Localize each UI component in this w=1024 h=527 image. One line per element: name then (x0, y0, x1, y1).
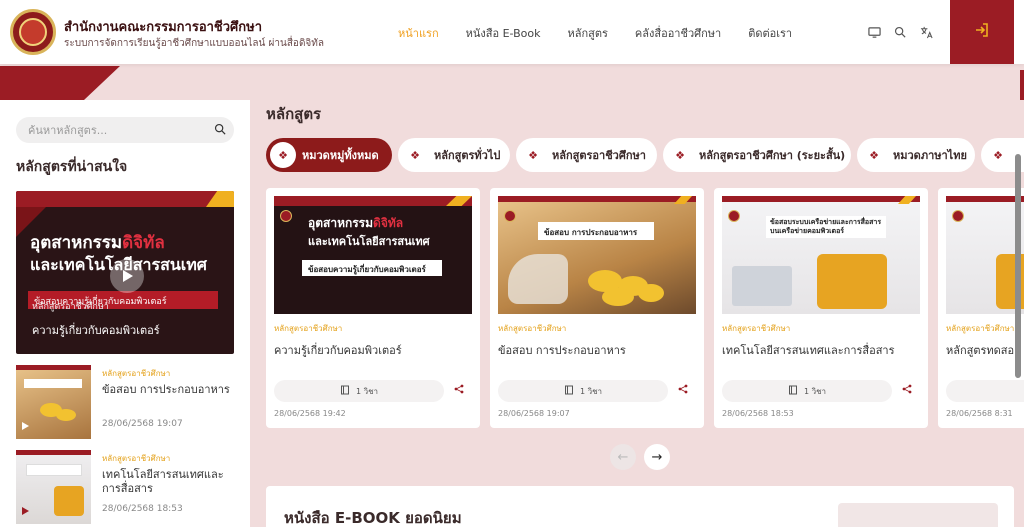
course-category: หลักสูตรอาชีวศึกษา (722, 324, 791, 333)
sidebar-course-item[interactable]: หลักสูตรอาชีวศึกษา ข้อสอบ การประกอบอาหาร… (16, 365, 234, 439)
ebook-section: หนังสือ E-BOOK ยอดนิยม (266, 486, 1014, 527)
course-cards: อุตสาหกรรมดิจิทัล และเทคโนโลยีสารสนเทศ ข… (266, 188, 1024, 428)
course-thumbnail (16, 365, 91, 439)
org-logo[interactable] (10, 9, 56, 55)
course-title[interactable]: ความรู้เกี่ยวกับคอมพิวเตอร์ (274, 341, 402, 359)
org-logo-small (504, 210, 516, 222)
course-thumbnail: ข้อสอบระบบเครือข่ายและการสื่อสาร บนเครือ… (722, 196, 920, 314)
course-category: หลักสูตรอาชีวศึกษา (946, 324, 1015, 333)
course-card[interactable]: หลักสูตรอาชีวศึกษา หลักสูตรทดสอ 28/06/25… (938, 188, 1024, 428)
subject-count: 1 วิชา (274, 380, 444, 402)
search-icon[interactable] (214, 123, 226, 138)
login-icon (974, 22, 990, 42)
carousel-next-button[interactable]: → (644, 444, 670, 470)
courses-section-title: หลักสูตร (266, 105, 322, 123)
ebook-preview[interactable] (838, 503, 998, 527)
category-icon: ❖ (869, 148, 879, 162)
course-title[interactable]: ข้อสอบ การประกอบอาหาร (498, 341, 626, 359)
subject-count: 1 วิชา (722, 380, 892, 402)
main-nav: หน้าแรก หนังสือ E-Book หลักสูตร คลังสื่อ… (398, 24, 792, 42)
chip-all-categories[interactable]: ❖ หมวดหมู่ทั้งหมด (266, 138, 392, 172)
nav-courses[interactable]: หลักสูตร (567, 24, 607, 42)
translate-icon[interactable] (918, 24, 934, 40)
course-card[interactable]: ข้อสอบระบบเครือข่ายและการสื่อสาร บนเครือ… (714, 188, 928, 428)
category-icon: ❖ (993, 148, 1003, 162)
featured-course[interactable]: อุตสาหกรรมดิจิทัล และเทคโนโลยีสารสนเทศ ข… (16, 191, 234, 354)
carousel-prev-button[interactable]: ← (610, 444, 636, 470)
chip-general-courses[interactable]: ❖ หลักสูตรทั่วไป (398, 138, 510, 172)
nav-media-library[interactable]: คลังสื่ออาชีวศึกษา (635, 24, 721, 42)
category-chips: ❖ หมวดหมู่ทั้งหมด ❖ หลักสูตรทั่วไป ❖ หลักสู… (266, 138, 1024, 172)
chip-vocational-short-courses[interactable]: ❖ หลักสูตรอาชีวศึกษา (ระยะสั้น) (663, 138, 851, 172)
course-title[interactable]: ข้อสอบ การประกอบอาหาร (102, 383, 232, 397)
course-title[interactable]: เทคโนโลยีสารสนเทศและการสื่อสาร (722, 341, 895, 359)
org-logo-small (728, 210, 740, 222)
nav-home[interactable]: หน้าแรก (398, 24, 439, 42)
play-icon (20, 421, 34, 435)
book-icon (788, 385, 798, 397)
arrow-right-icon: → (651, 449, 663, 465)
course-card[interactable]: ข้อสอบ การประกอบอาหาร หลักสูตรอาชีวศึกษา… (490, 188, 704, 428)
course-search-input[interactable]: ค้นหาหลักสูตร... (16, 117, 234, 143)
share-icon[interactable] (902, 384, 912, 397)
chip-thai-language[interactable]: ❖ หมวดภาษาไทย (857, 138, 975, 172)
nav-contact[interactable]: ติดต่อเรา (748, 24, 792, 42)
course-thumbnail (16, 450, 91, 524)
course-category: หลักสูตรอาชีวศึกษา (274, 324, 343, 333)
book-icon (564, 385, 574, 397)
arrow-left-icon: ← (617, 449, 629, 465)
book-icon (340, 385, 350, 397)
top-header: สำนักงานคณะกรรมการอาชีวศึกษา ระบบการจัดก… (0, 0, 1024, 64)
play-icon[interactable] (110, 259, 144, 293)
org-name[interactable]: สำนักงานคณะกรรมการอาชีวศึกษา (64, 16, 262, 37)
subject-count: 1 วิชา (498, 380, 668, 402)
sidebar-course-item[interactable]: หลักสูตรอาชีวศึกษา เทคโนโลยีสารสนเทศและก… (16, 450, 234, 524)
monitor-icon[interactable] (866, 24, 882, 40)
search-icon[interactable] (892, 24, 908, 40)
subject-count (946, 380, 1024, 402)
featured-banner-line1: อุตสาหกรรมดิจิทัล (30, 233, 165, 253)
decorative-stripe (0, 66, 120, 100)
course-date: 28/06/2568 19:42 (274, 409, 346, 418)
decorative-stripe-right (1020, 70, 1024, 100)
search-placeholder: ค้นหาหลักสูตร... (28, 124, 108, 137)
play-icon (20, 506, 34, 520)
category-icon: ❖ (528, 148, 538, 162)
ebook-section-title: หนังสือ E-BOOK ยอดนิยม (284, 509, 462, 527)
org-subtitle: ระบบการจัดการเรียนรู้อาชีวศึกษาแบบออนไลน… (64, 38, 325, 49)
page-scrollbar[interactable] (1015, 154, 1021, 378)
course-category: หลักสูตรอาชีวศึกษา (102, 454, 171, 463)
course-category: หลักสูตรอาชีวศึกษา (102, 369, 171, 378)
sidebar-title: หลักสูตรที่น่าสนใจ (16, 159, 128, 175)
course-title[interactable]: เทคโนโลยีสารสนเทศและการสื่อสาร (102, 468, 232, 496)
login-button[interactable] (950, 0, 1014, 64)
org-logo-small (280, 210, 292, 222)
chip-vocational-courses[interactable]: ❖ หลักสูตรอาชีวศึกษา (516, 138, 657, 172)
course-thumbnail (946, 196, 1024, 314)
course-date: 28/06/2568 8:31 (946, 409, 1013, 418)
org-logo-small (952, 210, 964, 222)
nav-ebook[interactable]: หนังสือ E-Book (466, 24, 541, 42)
course-date: 28/06/2568 18:53 (722, 409, 794, 418)
course-thumbnail: อุตสาหกรรมดิจิทัล และเทคโนโลยีสารสนเทศ ข… (274, 196, 472, 314)
share-icon[interactable] (454, 384, 464, 397)
category-icon: ❖ (675, 148, 685, 162)
share-icon[interactable] (678, 384, 688, 397)
course-card[interactable]: อุตสาหกรรมดิจิทัล และเทคโนโลยีสารสนเทศ ข… (266, 188, 480, 428)
sidebar: ค้นหาหลักสูตร... หลักสูตรที่น่าสนใจ อุตส… (0, 100, 250, 527)
course-title[interactable]: หลักสูตรทดสอ (946, 341, 1014, 359)
course-date: 28/06/2568 19:07 (102, 419, 183, 429)
featured-category: หลักสูตรอาชีวศึกษา (32, 302, 109, 312)
category-icon: ❖ (270, 142, 296, 168)
category-icon: ❖ (410, 148, 420, 162)
course-thumbnail: ข้อสอบ การประกอบอาหาร (498, 196, 696, 314)
course-date: 28/06/2568 18:53 (102, 504, 183, 514)
featured-title[interactable]: ความรู้เกี่ยวกับคอมพิวเตอร์ (32, 321, 160, 339)
course-category: หลักสูตรอาชีวศึกษา (498, 324, 567, 333)
course-date: 28/06/2568 19:07 (498, 409, 570, 418)
